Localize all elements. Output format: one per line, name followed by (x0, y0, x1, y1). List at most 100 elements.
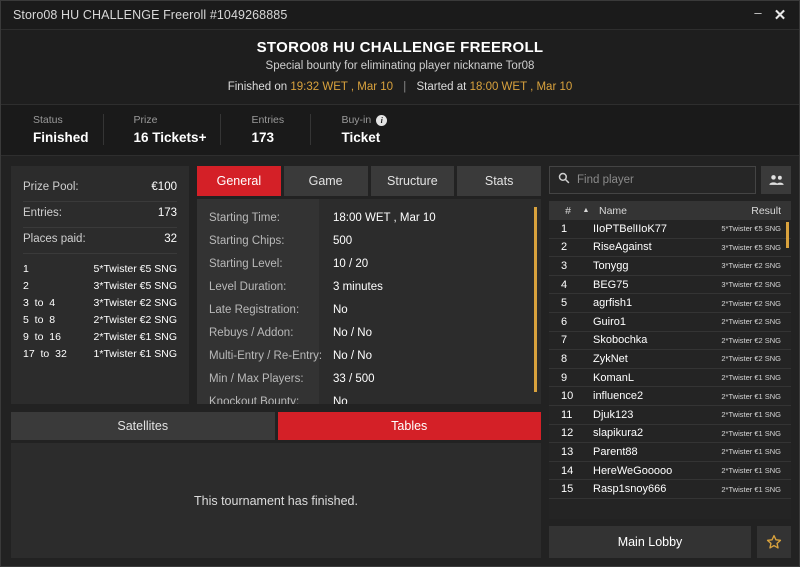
people-icon[interactable] (761, 166, 791, 194)
finished-label: Finished on (227, 81, 288, 93)
info-value: No (333, 304, 348, 316)
row-result: 2*Twister €1 SNG (721, 391, 781, 401)
row-result: 2*Twister €1 SNG (721, 466, 781, 476)
column-header-name[interactable]: Name (593, 205, 751, 217)
entries-label: Entries (251, 114, 285, 126)
search-row (549, 166, 791, 194)
row-result: 3*Twister €2 SNG (721, 261, 781, 271)
info-value: 500 (333, 235, 353, 247)
star-icon[interactable] (757, 526, 791, 558)
table-row[interactable]: 3 Tonygg 3*Twister €2 SNG (549, 257, 791, 276)
payout-place: 17 to 32 (23, 348, 67, 360)
payout-prize: 5*Twister €5 SNG (93, 263, 177, 275)
table-row[interactable]: 7 Skobochka 2*Twister €2 SNG (549, 332, 791, 351)
payout-place: 9 to 16 (23, 331, 61, 343)
table-row[interactable]: 14 HereWeGooooo 2*Twister €1 SNG (549, 462, 791, 481)
payout-list: 1 5*Twister €5 SNG 2 3*Twister €5 SNG 3 … (23, 254, 177, 363)
player-list-scrollbar[interactable] (786, 222, 789, 248)
status-bar: Status Finished Prize 16 Tickets+ Entrie… (1, 105, 799, 156)
info-label: Knockout Bounty: (209, 396, 300, 404)
row-rank: 13 (561, 445, 574, 458)
table-row[interactable]: 8 ZykNet 2*Twister €2 SNG (549, 350, 791, 369)
tab-game[interactable]: Game (283, 166, 368, 196)
row-result: 2*Twister €1 SNG (721, 447, 781, 457)
info-value: 18:00 WET , Mar 10 (333, 212, 436, 224)
row-player-name: Skobochka (593, 334, 648, 347)
row-result: 2*Twister €2 SNG (721, 298, 781, 308)
table-row[interactable]: 5 agrfish1 2*Twister €2 SNG (549, 294, 791, 313)
table-row[interactable]: 4 BEG75 3*Twister €2 SNG (549, 276, 791, 295)
row-result: 2*Twister €2 SNG (721, 335, 781, 345)
search-icon (558, 171, 570, 189)
prize-label: Prize (133, 114, 158, 126)
payout-row: 9 to 16 2*Twister €1 SNG (23, 329, 177, 346)
table-row[interactable]: 12 slapikura2 2*Twister €1 SNG (549, 425, 791, 444)
info-label: Min / Max Players: (209, 373, 304, 385)
lower-section: Satellites Tables This tournament has fi… (11, 412, 541, 558)
payout-place: 5 to 8 (23, 314, 56, 326)
row-rank: 6 (561, 315, 568, 328)
prize-value: 16 Tickets+ (133, 130, 207, 145)
payout-place: 1 (23, 263, 29, 275)
search-input[interactable] (577, 174, 747, 186)
tab-general[interactable]: General (197, 166, 281, 196)
tab-stats[interactable]: Stats (457, 166, 541, 196)
column-header-num[interactable]: # (557, 205, 579, 217)
info-value: No / No (333, 350, 372, 362)
row-result: 5*Twister €5 SNG (721, 224, 781, 234)
info-label: Starting Level: (209, 258, 283, 270)
left-column: Prize Pool: €100 Entries: 173 Places pai… (11, 166, 541, 558)
tab-satellites[interactable]: Satellites (11, 412, 275, 440)
upper-section: Prize Pool: €100 Entries: 173 Places pai… (11, 166, 541, 404)
sort-ascending-icon[interactable]: ▲ (579, 207, 593, 214)
table-row[interactable]: 1 IIoPTBelIIoK77 5*Twister €5 SNG (549, 220, 791, 239)
table-row[interactable]: 2 RiseAgainst 3*Twister €5 SNG (549, 239, 791, 258)
main-lobby-button[interactable]: Main Lobby (549, 526, 751, 558)
status-value: Finished (33, 130, 89, 145)
started-time: 18:00 WET , Mar 10 (469, 81, 573, 93)
table-row[interactable]: 13 Parent88 2*Twister €1 SNG (549, 443, 791, 462)
row-rank: 3 (561, 259, 568, 272)
prize-pool-label: Prize Pool: (23, 181, 79, 193)
table-row[interactable]: 9 KomanL 2*Twister €1 SNG (549, 369, 791, 388)
started-label: Started at (416, 81, 467, 93)
places-paid-value: 32 (164, 233, 177, 245)
info-icon[interactable]: i (376, 114, 388, 126)
close-icon[interactable]: ✕ (769, 4, 791, 26)
prize-pool-value: €100 (151, 181, 177, 193)
row-result: 3*Twister €5 SNG (721, 242, 781, 252)
row-rank: 10 (561, 390, 574, 403)
info-tab-panel: General Game Structure Stats Starting Ti… (197, 166, 541, 404)
info-scrollbar[interactable] (534, 207, 537, 392)
info-value: 10 / 20 (333, 258, 369, 270)
row-rank: 15 (561, 483, 574, 496)
empty-message: This tournament has finished. (194, 493, 358, 508)
payout-row: 5 to 8 2*Twister €2 SNG (23, 312, 177, 329)
row-rank: 2 (561, 241, 568, 254)
tab-tables[interactable]: Tables (277, 412, 541, 440)
payout-prize: 2*Twister €2 SNG (93, 314, 177, 326)
tab-structure[interactable]: Structure (370, 166, 455, 196)
lower-tab-bar: Satellites Tables (11, 412, 541, 440)
info-label: Multi-Entry / Re-Entry: (209, 350, 323, 362)
search-box[interactable] (549, 166, 756, 194)
row-rank: 5 (561, 297, 568, 310)
info-value-column: 18:00 WET , Mar 10 500 10 / 20 3 minutes… (319, 199, 541, 404)
row-rank: 7 (561, 334, 568, 347)
time-separator: | (403, 81, 407, 93)
payout-prize: 2*Twister €1 SNG (93, 331, 177, 343)
payout-place: 2 (23, 280, 29, 292)
right-column: # ▲ Name Result 1 IIoPTBelIIoK77 5*Twist… (549, 166, 791, 558)
row-player-name: KomanL (593, 371, 634, 384)
row-result: 2*Twister €1 SNG (721, 428, 781, 438)
places-paid-label: Places paid: (23, 233, 86, 245)
table-row[interactable]: 10 influence2 2*Twister €1 SNG (549, 387, 791, 406)
row-rank: 4 (561, 278, 568, 291)
table-row[interactable]: 15 Rasp1snoy666 2*Twister €1 SNG (549, 480, 791, 499)
minimize-icon[interactable]: – (747, 1, 769, 23)
table-row[interactable]: 11 Djuk123 2*Twister €1 SNG (549, 406, 791, 425)
table-row[interactable]: 6 Guiro1 2*Twister €2 SNG (549, 313, 791, 332)
column-header-result[interactable]: Result (751, 205, 781, 217)
row-result: 2*Twister €2 SNG (721, 354, 781, 364)
prize-pool-row: Prize Pool: €100 (23, 176, 177, 202)
